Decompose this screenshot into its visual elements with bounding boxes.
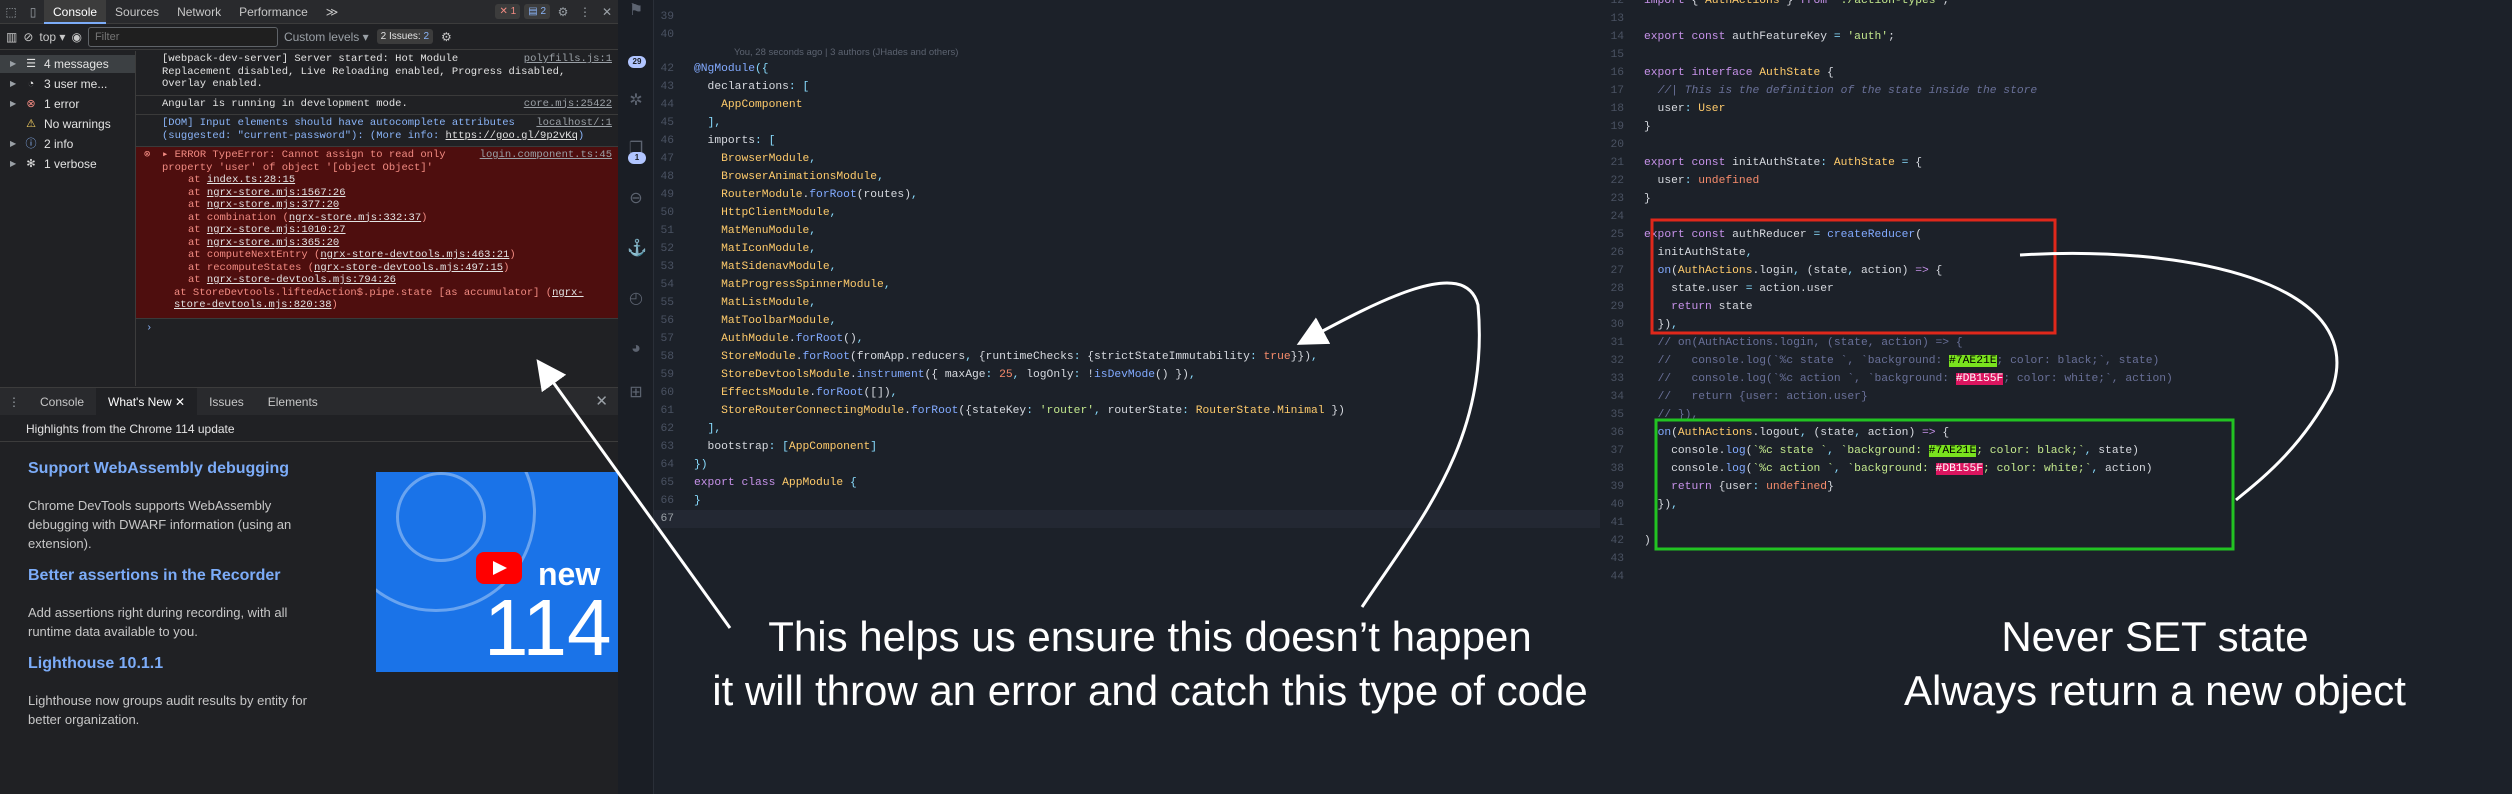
annotation-left: This helps us ensure this doesn’t happen… [700,610,1600,718]
arrow-to-error-message [536,359,732,629]
arrow-connecting-boxes [2019,251,2339,502]
annotation-left-line2: it will throw an error and catch this ty… [712,667,1588,714]
annotation-right: Never SET state Always return a new obje… [1840,610,2470,718]
annotation-right-line1: Never SET state [2001,613,2309,660]
screen: ⬚ ▯ Console Sources Network Performance … [0,0,2512,794]
green-highlight-box [1654,418,2235,551]
red-highlight-box [1650,218,2057,335]
arrow-to-strict-immutability [1296,281,1481,608]
annotation-left-line1: This helps us ensure this doesn’t happen [768,613,1532,660]
annotation-right-line2: Always return a new object [1904,667,2406,714]
